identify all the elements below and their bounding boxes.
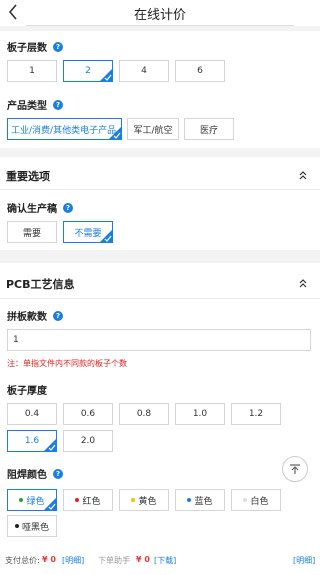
thickness-option-0-6[interactable]: 0.6 [63,403,113,425]
confirm-draft-yes[interactable]: 需要 [7,221,57,243]
collapse-up-icon[interactable] [298,278,308,288]
scroll-top-icon [290,464,300,474]
yellow-dot-icon [131,498,136,502]
blue-dot-icon [187,498,192,502]
order-helper-value: ¥ 0 [136,555,150,564]
header-bar: 在线计价 [0,0,320,26]
thickness-option-1-0[interactable]: 1.0 [175,403,225,425]
red-dot-icon [75,498,80,502]
footer-bar: 支付总价: ¥ 0 [明细] 下单助手 ¥ 0 [下载] [明细] [0,545,320,575]
header-divider [26,25,294,26]
check-corner-icon [100,230,112,242]
confirm-draft-no[interactable]: 不需要 [63,221,113,243]
thickness-option-1-6[interactable]: 1.6 [7,430,57,452]
help-icon[interactable]: ? [53,468,63,479]
section-divider [0,298,320,299]
green-dot-icon [19,498,24,502]
layer-option-1[interactable]: 1 [7,60,57,82]
check-corner-icon [44,498,56,510]
section-divider [0,189,320,190]
basic-section: 板子层数 ? 1 2 4 6 产品类型 ? 工业/消费/其他类电子产品 军工/航… [0,31,320,148]
panel-count-input[interactable] [7,329,311,351]
panel-count-label: 拼板款数 ? [7,308,63,323]
thickness-option-2-0[interactable]: 2.0 [63,430,113,452]
product-type-consumer[interactable]: 工业/消费/其他类电子产品 [7,118,122,140]
solder-color-yellow[interactable]: 黄色 [119,489,169,511]
layer-option-4[interactable]: 4 [119,60,169,82]
thickness-option-0-4[interactable]: 0.4 [7,403,57,425]
product-type-label: 产品类型 ? [7,97,63,112]
pcb-info-title: PCB工艺信息 [6,278,75,291]
pcb-info-section: PCB工艺信息 拼板款数 ? 注：单指文件内不同款的板子个数 板子厚度 0.4 … [0,263,320,545]
check-corner-icon [44,439,56,451]
thickness-label: 板子厚度 [7,386,47,397]
check-corner-icon [100,69,112,81]
panel-count-note: 注：单指文件内不同款的板子个数 [7,359,127,368]
order-helper-download-link[interactable]: [下载] [154,555,176,566]
white-dot-icon [243,498,248,502]
help-icon[interactable]: ? [53,310,63,321]
solder-color-matte-black[interactable]: 哑黑色 [7,515,57,537]
collapse-up-icon[interactable] [298,170,308,180]
scroll-top-button[interactable] [282,456,308,482]
page-title: 在线计价 [133,8,186,23]
black-dot-icon [14,524,19,528]
layer-option-2[interactable]: 2 [63,60,113,82]
total-price-value: ¥ 0 [42,555,56,564]
confirm-draft-label: 确认生产稿 ? [7,200,73,215]
help-icon[interactable]: ? [63,202,73,213]
solder-color-blue[interactable]: 蓝色 [175,489,225,511]
important-options-section: 重要选项 确认生产稿 ? 需要 不需要 [0,157,320,250]
board-layers-label: 板子层数 ? [7,39,63,54]
total-detail-link[interactable]: [明细] [62,555,84,566]
total-price-label: 支付总价: [5,556,40,565]
solder-color-label: 阻焊颜色 ? [7,466,63,481]
help-icon[interactable]: ? [53,41,63,52]
thickness-option-0-8[interactable]: 0.8 [119,403,169,425]
thickness-option-1-2[interactable]: 1.2 [231,403,281,425]
product-type-military[interactable]: 军工/航空 [127,118,179,140]
help-icon[interactable]: ? [53,99,63,110]
solder-color-green[interactable]: 绿色 [7,489,57,511]
solder-color-red[interactable]: 红色 [63,489,113,511]
order-helper-label: 下单助手 [98,556,130,565]
important-options-title: 重要选项 [6,170,50,183]
detail-link[interactable]: [明细] [293,555,315,566]
check-corner-icon [109,127,121,139]
product-type-medical[interactable]: 医疗 [184,118,234,140]
solder-color-white[interactable]: 白色 [231,489,281,511]
layer-option-6[interactable]: 6 [175,60,225,82]
